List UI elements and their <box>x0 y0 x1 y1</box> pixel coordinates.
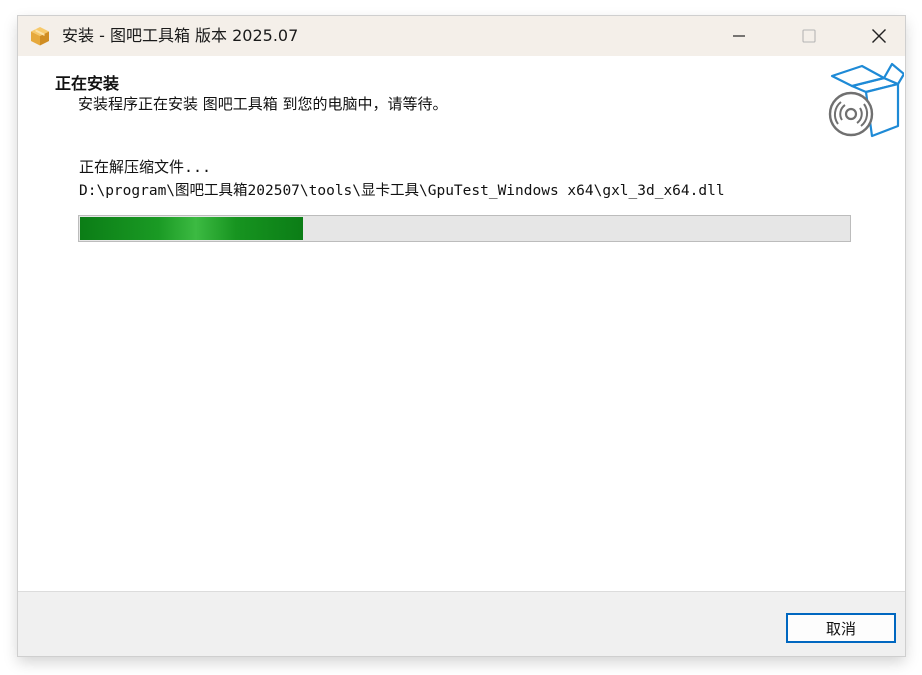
window-title: 安装 - 图吧工具箱 版本 2025.07 <box>62 26 299 45</box>
installer-window: 安装 - 图吧工具箱 版本 2025.07 正在安装 安装程序正在安装 图吧工具… <box>18 16 905 656</box>
maximize-button[interactable] <box>774 16 844 56</box>
close-button[interactable] <box>844 16 905 56</box>
minimize-icon <box>733 35 745 37</box>
page-title: 正在安装 <box>55 74 120 93</box>
progress-bar-fill <box>80 217 303 240</box>
wizard-header: 正在安装 安装程序正在安装 图吧工具箱 到您的电脑中，请等待。 <box>18 56 905 148</box>
extract-status-label: 正在解压缩文件... <box>79 158 212 176</box>
close-icon <box>872 29 886 43</box>
cancel-button[interactable]: 取消 <box>786 613 896 643</box>
maximize-icon <box>802 29 816 43</box>
current-file-path: D:\program\图吧工具箱202507\tools\显卡工具\GpuTes… <box>79 183 725 199</box>
open-box-with-disc-icon <box>828 62 904 138</box>
install-progress-bar <box>78 215 851 242</box>
package-box-icon <box>31 27 49 46</box>
minimize-button[interactable] <box>704 16 774 56</box>
wizard-footer: 取消 <box>18 591 905 656</box>
title-bar[interactable]: 安装 - 图吧工具箱 版本 2025.07 <box>18 16 905 56</box>
page-subtitle: 安装程序正在安装 图吧工具箱 到您的电脑中，请等待。 <box>78 95 448 113</box>
